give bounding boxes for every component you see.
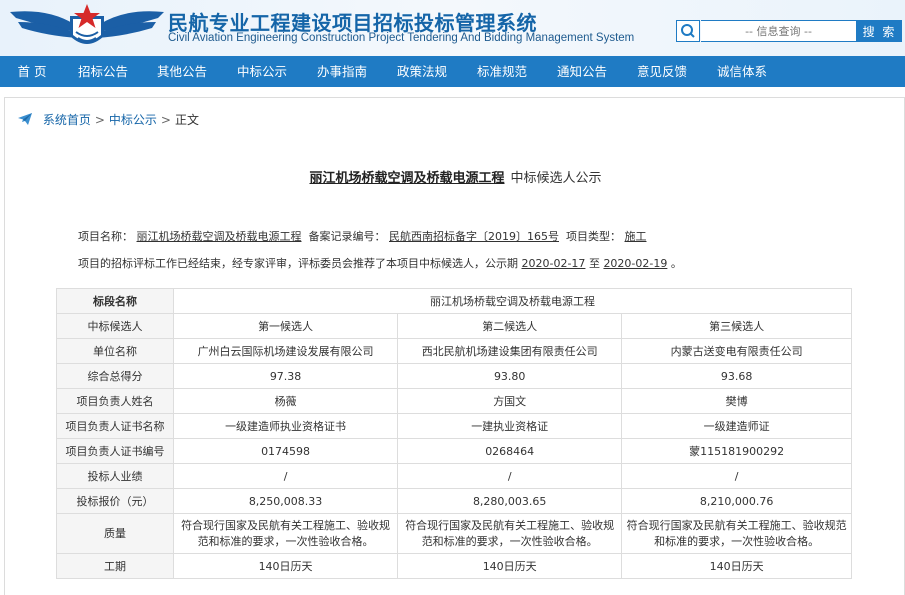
- table-cell: 0174598: [172, 438, 399, 464]
- record-no-value: 民航西南招标备字〔2019〕165号: [389, 230, 559, 243]
- nav-item-award-publicity[interactable]: 中标公示: [222, 56, 302, 87]
- candidate-table: 标段名称 丽江机场桥载空调及桥载电源工程 中标候选人 第一候选人 第二候选人 第…: [56, 288, 852, 579]
- table-cell: 符合现行国家及民航有关工程施工、验收规范和标准的要求，一次性验收合格。: [172, 513, 399, 554]
- table-cell: 第三候选人: [621, 313, 852, 339]
- table-cell: 一级建造师证: [621, 413, 852, 439]
- table-cell: /: [172, 463, 399, 489]
- search-box: 搜 索: [676, 20, 902, 42]
- table-cell: 140日历天: [621, 553, 852, 579]
- table-row: 投标报价（元） 8,250,008.33 8,280,003.65 8,210,…: [56, 488, 852, 514]
- project-name-value: 丽江机场桥载空调及桥载电源工程: [136, 230, 302, 243]
- row-label: 单位名称: [56, 338, 174, 364]
- table-row: 单位名称 广州白云国际机场建设发展有限公司 西北民航机场建设集团有限责任公司 内…: [56, 338, 852, 364]
- nav-item-home[interactable]: 首 页: [0, 56, 64, 87]
- nav-item-policy[interactable]: 政策法规: [382, 56, 462, 87]
- publicity-notice-line: 项目的招标评标工作已经结束，经专家评审，评标委员会推荐了本项目中标候选人，公示期…: [78, 255, 682, 271]
- row-label: 投标报价（元）: [56, 488, 174, 514]
- breadcrumb-separator: >: [160, 113, 171, 127]
- table-cell: 方国文: [397, 388, 623, 414]
- section-label: 标段名称: [56, 288, 174, 314]
- record-no-label: 备案记录编号：: [308, 230, 386, 243]
- table-cell: 樊博: [621, 388, 852, 414]
- search-icon[interactable]: [676, 20, 700, 42]
- table-cell: 93.80: [397, 363, 623, 389]
- nav-item-notices[interactable]: 通知公告: [542, 56, 622, 87]
- content-panel: 系统首页 > 中标公示 > 正文 丽江机场桥载空调及桥载电源工程 中标候选人公示 项目名称…: [4, 97, 905, 595]
- table-row: 中标候选人 第一候选人 第二候选人 第三候选人: [56, 313, 852, 339]
- table-cell: 93.68: [621, 363, 852, 389]
- project-type-value: 施工: [624, 230, 647, 243]
- publicity-start-date: 2020-02-17: [521, 257, 586, 270]
- breadcrumb-home[interactable]: 系统首页: [43, 113, 91, 127]
- project-name-label: 项目名称：: [78, 230, 133, 243]
- table-cell: 8,280,003.65: [397, 488, 623, 514]
- table-row: 项目负责人证书编号 0174598 0268464 蒙115181900292: [56, 438, 852, 464]
- row-label: 项目负责人证书名称: [56, 413, 174, 439]
- project-type-label: 项目类型：: [566, 230, 621, 243]
- nav-item-credit[interactable]: 诚信体系: [702, 56, 782, 87]
- row-label: 中标候选人: [56, 313, 174, 339]
- table-row: 质量 符合现行国家及民航有关工程施工、验收规范和标准的要求，一次性验收合格。 符…: [56, 513, 852, 554]
- breadcrumb-section[interactable]: 中标公示: [109, 113, 157, 127]
- notice-text: 项目的招标评标工作已经结束，经专家评审，评标委员会推荐了本项目中标候选人，公示期: [78, 257, 518, 270]
- row-label: 质量: [56, 513, 174, 554]
- title-suffix: 中标候选人公示: [510, 171, 602, 186]
- table-cell: 0268464: [397, 438, 623, 464]
- nav-item-other-notice[interactable]: 其他公告: [142, 56, 222, 87]
- breadcrumb-separator: >: [94, 113, 105, 127]
- table-cell: 第一候选人: [172, 313, 399, 339]
- search-button[interactable]: 搜 索: [857, 20, 902, 42]
- table-row: 标段名称 丽江机场桥载空调及桥载电源工程: [56, 288, 852, 314]
- main-nav: 首 页 招标公告 其他公告 中标公示 办事指南 政策法规 标准规范 通知公告 意…: [0, 56, 905, 87]
- table-cell: 140日历天: [397, 553, 623, 579]
- table-cell: 8,210,000.76: [621, 488, 852, 514]
- notice-to: 至: [588, 257, 600, 270]
- site-header: 民航专业工程建设项目招标投标管理系统 Civil Aviation Engine…: [0, 0, 905, 56]
- section-name: 丽江机场桥载空调及桥载电源工程: [173, 288, 852, 314]
- table-cell: 140日历天: [172, 553, 399, 579]
- table-cell: 第二候选人: [397, 313, 623, 339]
- nav-item-tender-notice[interactable]: 招标公告: [64, 56, 142, 87]
- table-row: 工期 140日历天 140日历天 140日历天: [56, 553, 852, 579]
- project-info-line: 项目名称： 丽江机场桥载空调及桥载电源工程 备案记录编号： 民航西南招标备字〔2…: [78, 228, 647, 244]
- nav-item-feedback[interactable]: 意见反馈: [622, 56, 702, 87]
- row-label: 投标人业绩: [56, 463, 174, 489]
- table-row: 综合总得分 97.38 93.80 93.68: [56, 363, 852, 389]
- table-cell: 内蒙古送变电有限责任公司: [621, 338, 852, 364]
- notice-end: 。: [670, 257, 682, 270]
- row-label: 工期: [56, 553, 174, 579]
- table-cell: 97.38: [172, 363, 399, 389]
- table-cell: 广州白云国际机场建设发展有限公司: [172, 338, 399, 364]
- table-cell: /: [397, 463, 623, 489]
- caac-logo-icon[interactable]: [8, 2, 166, 54]
- table-cell: 一级建造师执业资格证书: [172, 413, 399, 439]
- nav-item-standards[interactable]: 标准规范: [462, 56, 542, 87]
- table-cell: /: [621, 463, 852, 489]
- breadcrumb-current: 正文: [174, 113, 199, 127]
- publicity-end-date: 2020-02-19: [603, 257, 668, 270]
- breadcrumb: 系统首页 > 中标公示 > 正文: [17, 111, 199, 128]
- row-label: 项目负责人姓名: [56, 388, 174, 414]
- site-subtitle: Civil Aviation Engineering Construction …: [168, 32, 635, 44]
- table-row: 项目负责人证书名称 一级建造师执业资格证书 一建执业资格证 一级建造师证: [56, 413, 852, 439]
- table-row: 项目负责人姓名 杨薇 方国文 樊博: [56, 388, 852, 414]
- row-label: 项目负责人证书编号: [56, 438, 174, 464]
- title-project-link[interactable]: 丽江机场桥载空调及桥载电源工程: [309, 171, 504, 186]
- nav-item-guide[interactable]: 办事指南: [302, 56, 382, 87]
- row-label: 综合总得分: [56, 363, 174, 389]
- table-cell: 符合现行国家及民航有关工程施工、验收规范和标准的要求，一次性验收合格。: [397, 513, 623, 554]
- table-cell: 西北民航机场建设集团有限责任公司: [397, 338, 623, 364]
- table-cell: 8,250,008.33: [172, 488, 399, 514]
- table-cell: 杨薇: [172, 388, 399, 414]
- table-row: 投标人业绩 / / /: [56, 463, 852, 489]
- page-title: 丽江机场桥载空调及桥载电源工程 中标候选人公示: [5, 167, 905, 186]
- search-input[interactable]: [701, 20, 857, 42]
- table-cell: 符合现行国家及民航有关工程施工、验收规范和标准的要求，一次性验收合格。: [621, 513, 852, 554]
- paper-plane-icon: [18, 113, 32, 125]
- table-cell: 一建执业资格证: [397, 413, 623, 439]
- table-cell: 蒙115181900292: [621, 438, 852, 464]
